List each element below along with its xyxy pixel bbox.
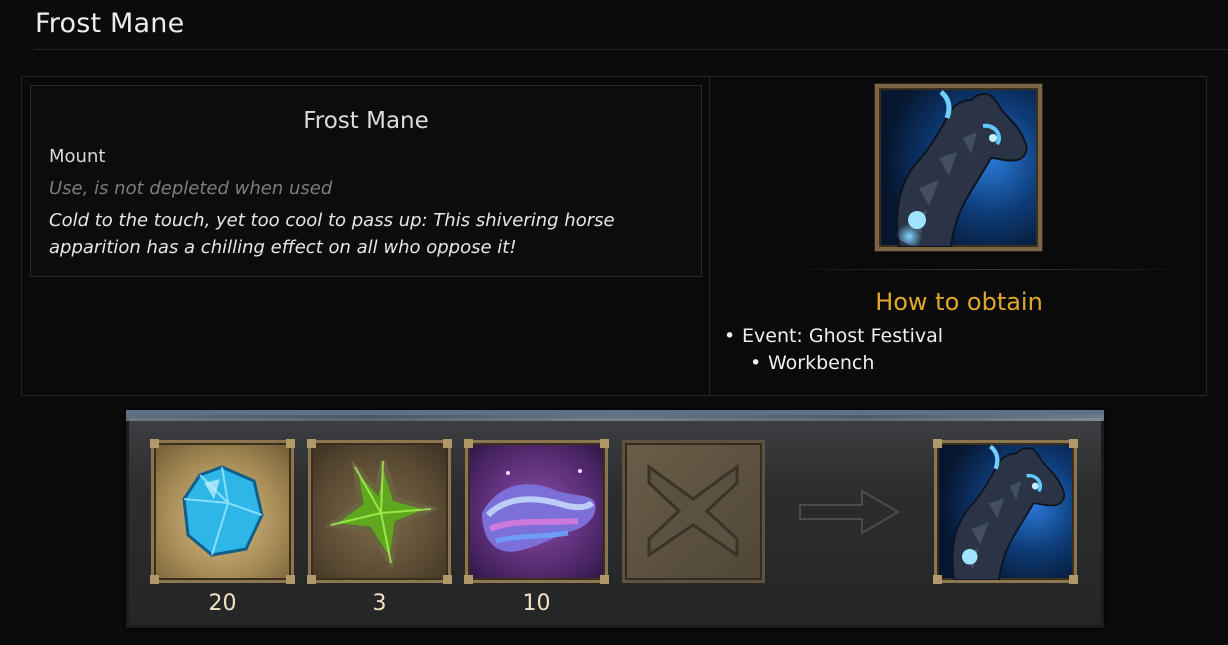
page-title: Frost Mane [35,8,185,39]
obtain-item-event: • Event: Ghost Festival [722,325,943,352]
frost-mane-icon [875,84,1042,251]
bullet-icon: • [750,352,762,374]
ingredient-slot-star[interactable] [307,439,452,584]
result-slot[interactable] [933,439,1078,584]
item-tooltip: Frost Mane Mount Use, is not depleted wh… [30,85,702,277]
ingredient-quantity: 10 [522,591,551,616]
frost-mane-icon [951,444,1066,581]
obtain-heading: How to obtain [875,288,1043,316]
obtain-item-source: • Workbench [748,352,943,379]
crafting-recipe-bar: 20 3 10 [126,410,1104,628]
ingredient-quantity: 20 [208,591,237,616]
item-info-panel: Frost Mane Mount Use, is not depleted wh… [21,76,1207,396]
tooltip-use-text: Use, is not depleted when used [49,178,333,199]
obtain-item-label: Event: Ghost Festival [742,325,944,347]
title-divider [34,49,1228,50]
obtain-list: • Event: Ghost Festival • Workbench [722,325,943,379]
ingredient-quantity: 3 [372,591,387,616]
obtain-item-label: Workbench [768,352,875,374]
right-arrow-icon [799,489,900,535]
ingredient-slot-empty[interactable] [622,440,765,583]
tooltip-description: Cold to the touch, yet too cool to pass … [49,210,615,258]
tooltip-item-name: Frost Mane [303,108,429,134]
ingredient-slot-cloth[interactable] [464,439,609,584]
bullet-icon: • [724,325,736,347]
green-star-icon [324,459,439,570]
iridescent-cloth-icon [482,469,596,552]
ingredient-slot-crystal[interactable] [150,439,295,584]
blue-crystal-icon [182,465,264,557]
tooltip-item-type: Mount [49,146,106,167]
empty-slot-icon [647,464,739,558]
panel-divider [709,77,710,395]
obtain-divider [772,269,1202,270]
